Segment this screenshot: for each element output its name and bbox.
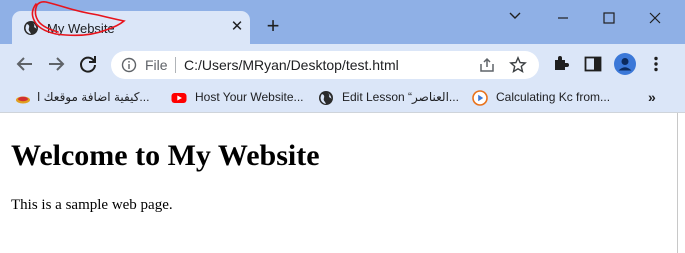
side-panel-icon[interactable] [583, 54, 603, 74]
bookmark-label: Host Your Website... [195, 90, 304, 104]
back-arrow-icon [16, 57, 32, 71]
chevron-down-icon [509, 12, 521, 19]
share-icon[interactable] [478, 56, 496, 74]
maximize-button[interactable] [594, 6, 624, 30]
bookmark-label: كيفية اضافة موقعك ا... [37, 90, 150, 104]
page-heading: Welcome to My Website [11, 139, 320, 172]
minimize-icon [558, 17, 568, 19]
globe-icon [24, 21, 38, 35]
tube-icon [16, 96, 30, 104]
globe-icon [319, 91, 333, 105]
maximize-icon [603, 12, 615, 24]
bookmark-item-calculating-kc[interactable]: Calculating Kc from... [472, 89, 612, 107]
reload-button[interactable] [77, 53, 99, 75]
youtube-icon [171, 93, 187, 103]
bookmark-label: Calculating Kc from... [496, 90, 611, 104]
bookmark-item-host-website[interactable]: Host Your Website... [171, 89, 306, 107]
info-icon[interactable] [121, 57, 137, 73]
address-bar[interactable]: File C:/Users/MRyan/Desktop/test.html [111, 51, 539, 79]
more-vert-icon[interactable] [646, 54, 666, 74]
extensions-icon[interactable] [551, 54, 571, 74]
tab-close-button[interactable]: ✕ [228, 18, 246, 36]
toolbar: File C:/Users/MRyan/Desktop/test.html [0, 44, 685, 85]
back-button[interactable] [14, 53, 36, 75]
bookmarks-overflow-button[interactable]: » [648, 89, 656, 105]
browser-window: My Website ✕ + File C:/Users/MRyan/Deskt… [0, 0, 685, 253]
bookmarks-bar: كيفية اضافة موقعك ا... Host Your Website… [0, 85, 685, 112]
star-icon[interactable] [509, 56, 527, 74]
profile-icon[interactable] [614, 53, 636, 75]
close-icon [649, 12, 661, 24]
tab-strip: My Website ✕ + [0, 0, 685, 45]
web-page-content: Welcome to My Website This is a sample w… [0, 113, 678, 253]
forward-button[interactable] [45, 53, 67, 75]
new-tab-button[interactable]: + [262, 15, 284, 38]
minimize-button[interactable] [548, 6, 578, 30]
bookmark-item-arabic-guide[interactable]: كيفية اضافة موقعك ا... [15, 89, 160, 107]
url-text[interactable]: C:/Users/MRyan/Desktop/test.html [184, 57, 399, 73]
reload-icon [80, 56, 96, 73]
omnibox-divider [175, 57, 176, 73]
tab-active[interactable]: My Website ✕ [12, 11, 250, 45]
scheme-label: File [145, 57, 168, 73]
tab-search-button[interactable] [500, 6, 530, 30]
play-icon [472, 90, 488, 106]
bookmark-label: Edit Lesson “العناصر... [342, 90, 459, 104]
page-paragraph: This is a sample web page. [11, 197, 173, 213]
bookmark-item-edit-lesson[interactable]: Edit Lesson “العناصر... [318, 89, 461, 107]
forward-arrow-icon [49, 57, 65, 71]
tab-title: My Website [47, 21, 115, 36]
close-window-button[interactable] [640, 6, 670, 30]
